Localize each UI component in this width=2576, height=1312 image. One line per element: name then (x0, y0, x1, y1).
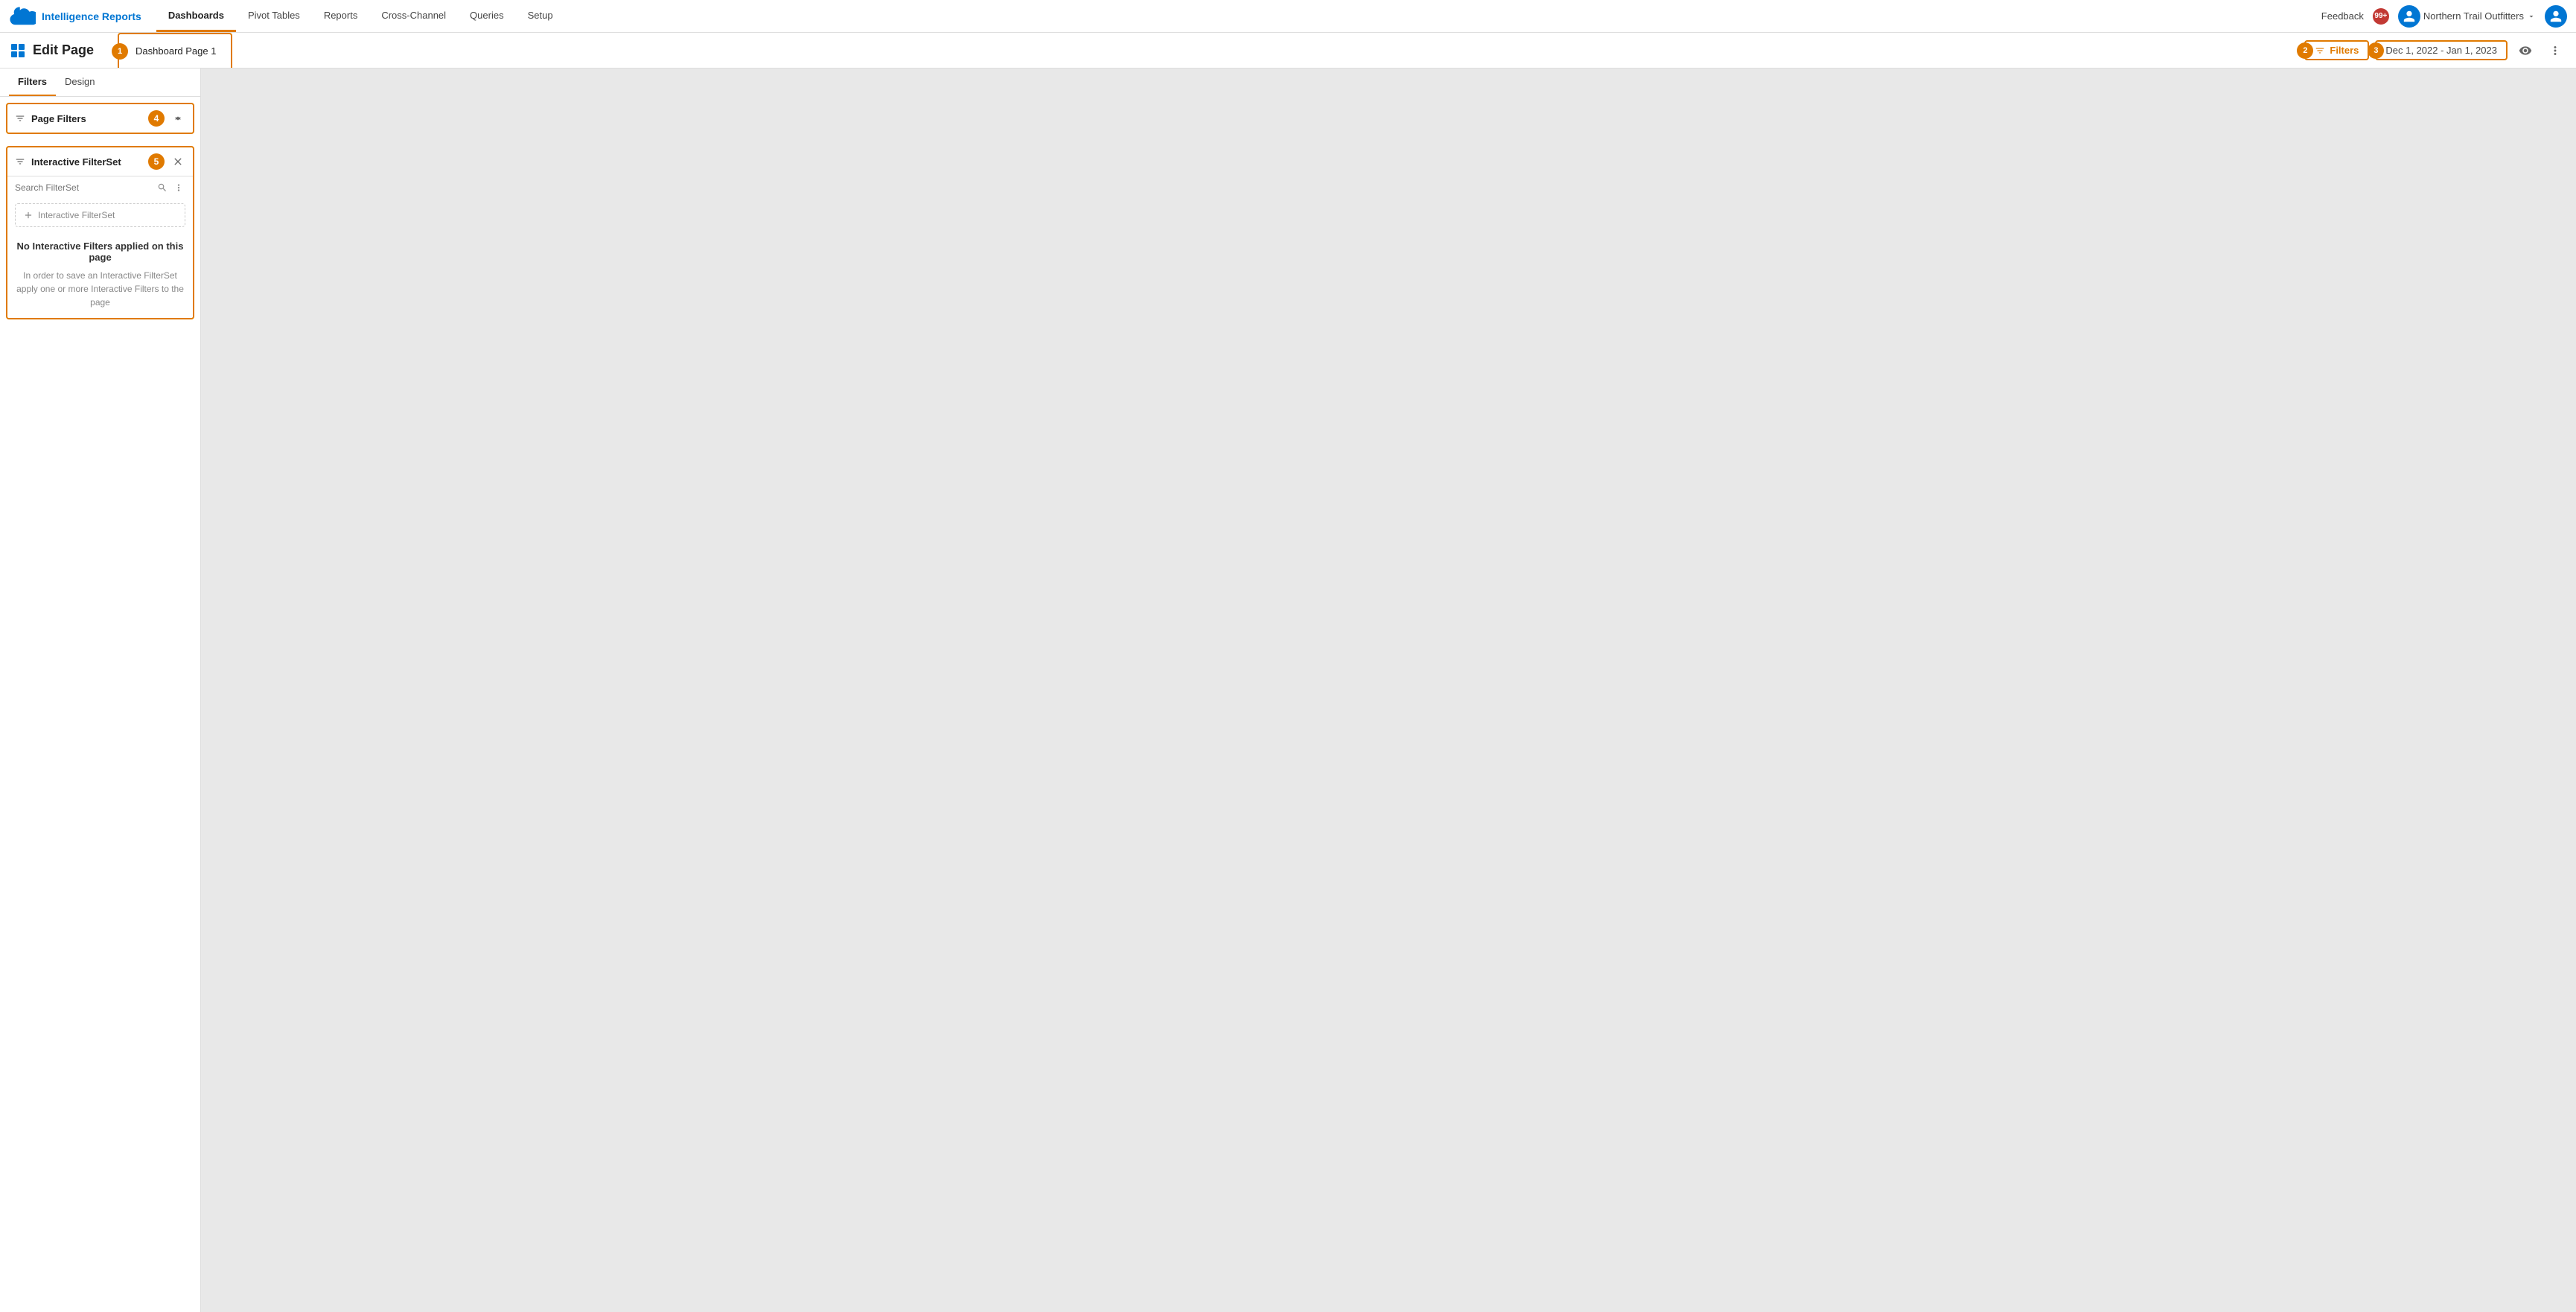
top-navigation: Intelligence Reports Dashboards Pivot Ta… (0, 0, 2576, 33)
notification-badge[interactable]: 99+ (2373, 8, 2389, 25)
chevron-down-icon (2527, 12, 2536, 21)
interactive-filterset-section: Interactive FilterSet 5 (6, 146, 194, 319)
search-icon (157, 182, 168, 193)
empty-state-title: No Interactive Filters applied on this p… (15, 241, 185, 263)
page-tab-label: Dashboard Page 1 (136, 45, 216, 57)
page-filter-icon (15, 113, 25, 124)
step1-badge: 1 (112, 43, 128, 60)
preview-button[interactable] (2513, 39, 2537, 63)
add-filterset-label: Interactive FilterSet (38, 210, 115, 220)
dashboard-icon (9, 42, 27, 60)
empty-state-description: In order to save an Interactive FilterSe… (15, 269, 185, 309)
nav-tab-cross-channel[interactable]: Cross-Channel (369, 0, 458, 32)
sub-header-right: 2 Filters 3 Dec 1, 2022 - Jan 1, 2023 (2304, 39, 2567, 63)
filterset-search-more-button[interactable] (172, 181, 185, 194)
sidebar: Filters Design Page Filters 4 (0, 69, 201, 1312)
filters-label: Filters (2330, 45, 2359, 56)
nav-tab-queries[interactable]: Queries (458, 0, 516, 32)
more-options-button[interactable] (2543, 39, 2567, 63)
filter-icon (2315, 45, 2325, 56)
app-logo[interactable]: Intelligence Reports (9, 3, 141, 30)
filterset-search-area (7, 176, 193, 199)
page-title: Edit Page (33, 42, 94, 58)
nav-tabs: Dashboards Pivot Tables Reports Cross-Ch… (156, 0, 2321, 32)
sidebar-tabs: Filters Design (0, 69, 200, 97)
nav-tab-setup[interactable]: Setup (516, 0, 565, 32)
step2-badge: 2 (2297, 42, 2313, 59)
user-avatar (2398, 5, 2420, 28)
interactive-filterset-header: Interactive FilterSet 5 (7, 147, 193, 176)
page-filters-sort-button[interactable] (170, 111, 185, 126)
add-icon (23, 210, 34, 220)
date-range-label: Dec 1, 2022 - Jan 1, 2023 (2385, 45, 2497, 56)
feedback-label: Feedback (2321, 10, 2364, 22)
app-name: Intelligence Reports (42, 10, 141, 22)
nav-tab-pivot-tables[interactable]: Pivot Tables (236, 0, 312, 32)
step3-badge: 3 (2368, 42, 2384, 59)
interactive-filterset-close-button[interactable] (170, 154, 185, 169)
filterset-search-input[interactable] (15, 182, 153, 193)
page-filters-header: Page Filters 4 (7, 104, 193, 133)
org-selector[interactable]: Northern Trail Outfitters (2398, 5, 2536, 28)
page-filters-step-badge: 4 (148, 110, 165, 127)
add-filterset-button[interactable]: Interactive FilterSet (15, 203, 185, 227)
page-title-area: Edit Page (9, 42, 94, 60)
page-filters-title: Page Filters (31, 113, 142, 124)
sub-header: Edit Page 1 Dashboard Page 1 2 Filters 3… (0, 33, 2576, 69)
user-profile-button[interactable] (2545, 5, 2567, 28)
interactive-filterset-icon (15, 156, 25, 167)
filters-button[interactable]: 2 Filters (2304, 40, 2369, 60)
sidebar-tab-design[interactable]: Design (56, 69, 103, 96)
date-range-button[interactable]: 3 Dec 1, 2022 - Jan 1, 2023 (2375, 40, 2508, 60)
sidebar-tab-filters[interactable]: Filters (9, 69, 56, 96)
nav-right: Feedback 99+ Northern Trail Outfitters (2321, 5, 2567, 28)
page-tab-bar: 1 Dashboard Page 1 (118, 33, 232, 68)
interactive-filterset-title: Interactive FilterSet (31, 156, 142, 168)
page-filters-section: Page Filters 4 (6, 103, 194, 134)
nav-tab-reports[interactable]: Reports (312, 0, 370, 32)
empty-state: No Interactive Filters applied on this p… (7, 232, 193, 318)
dashboard-page-tab[interactable]: 1 Dashboard Page 1 (118, 33, 232, 68)
nav-tab-dashboards[interactable]: Dashboards (156, 0, 236, 32)
feedback-button[interactable]: Feedback (2321, 10, 2364, 22)
main-content: Filters Design Page Filters 4 (0, 69, 2576, 1312)
org-name: Northern Trail Outfitters (2423, 10, 2524, 22)
canvas-area (201, 69, 2576, 1312)
interactive-filterset-step-badge: 5 (148, 153, 165, 170)
